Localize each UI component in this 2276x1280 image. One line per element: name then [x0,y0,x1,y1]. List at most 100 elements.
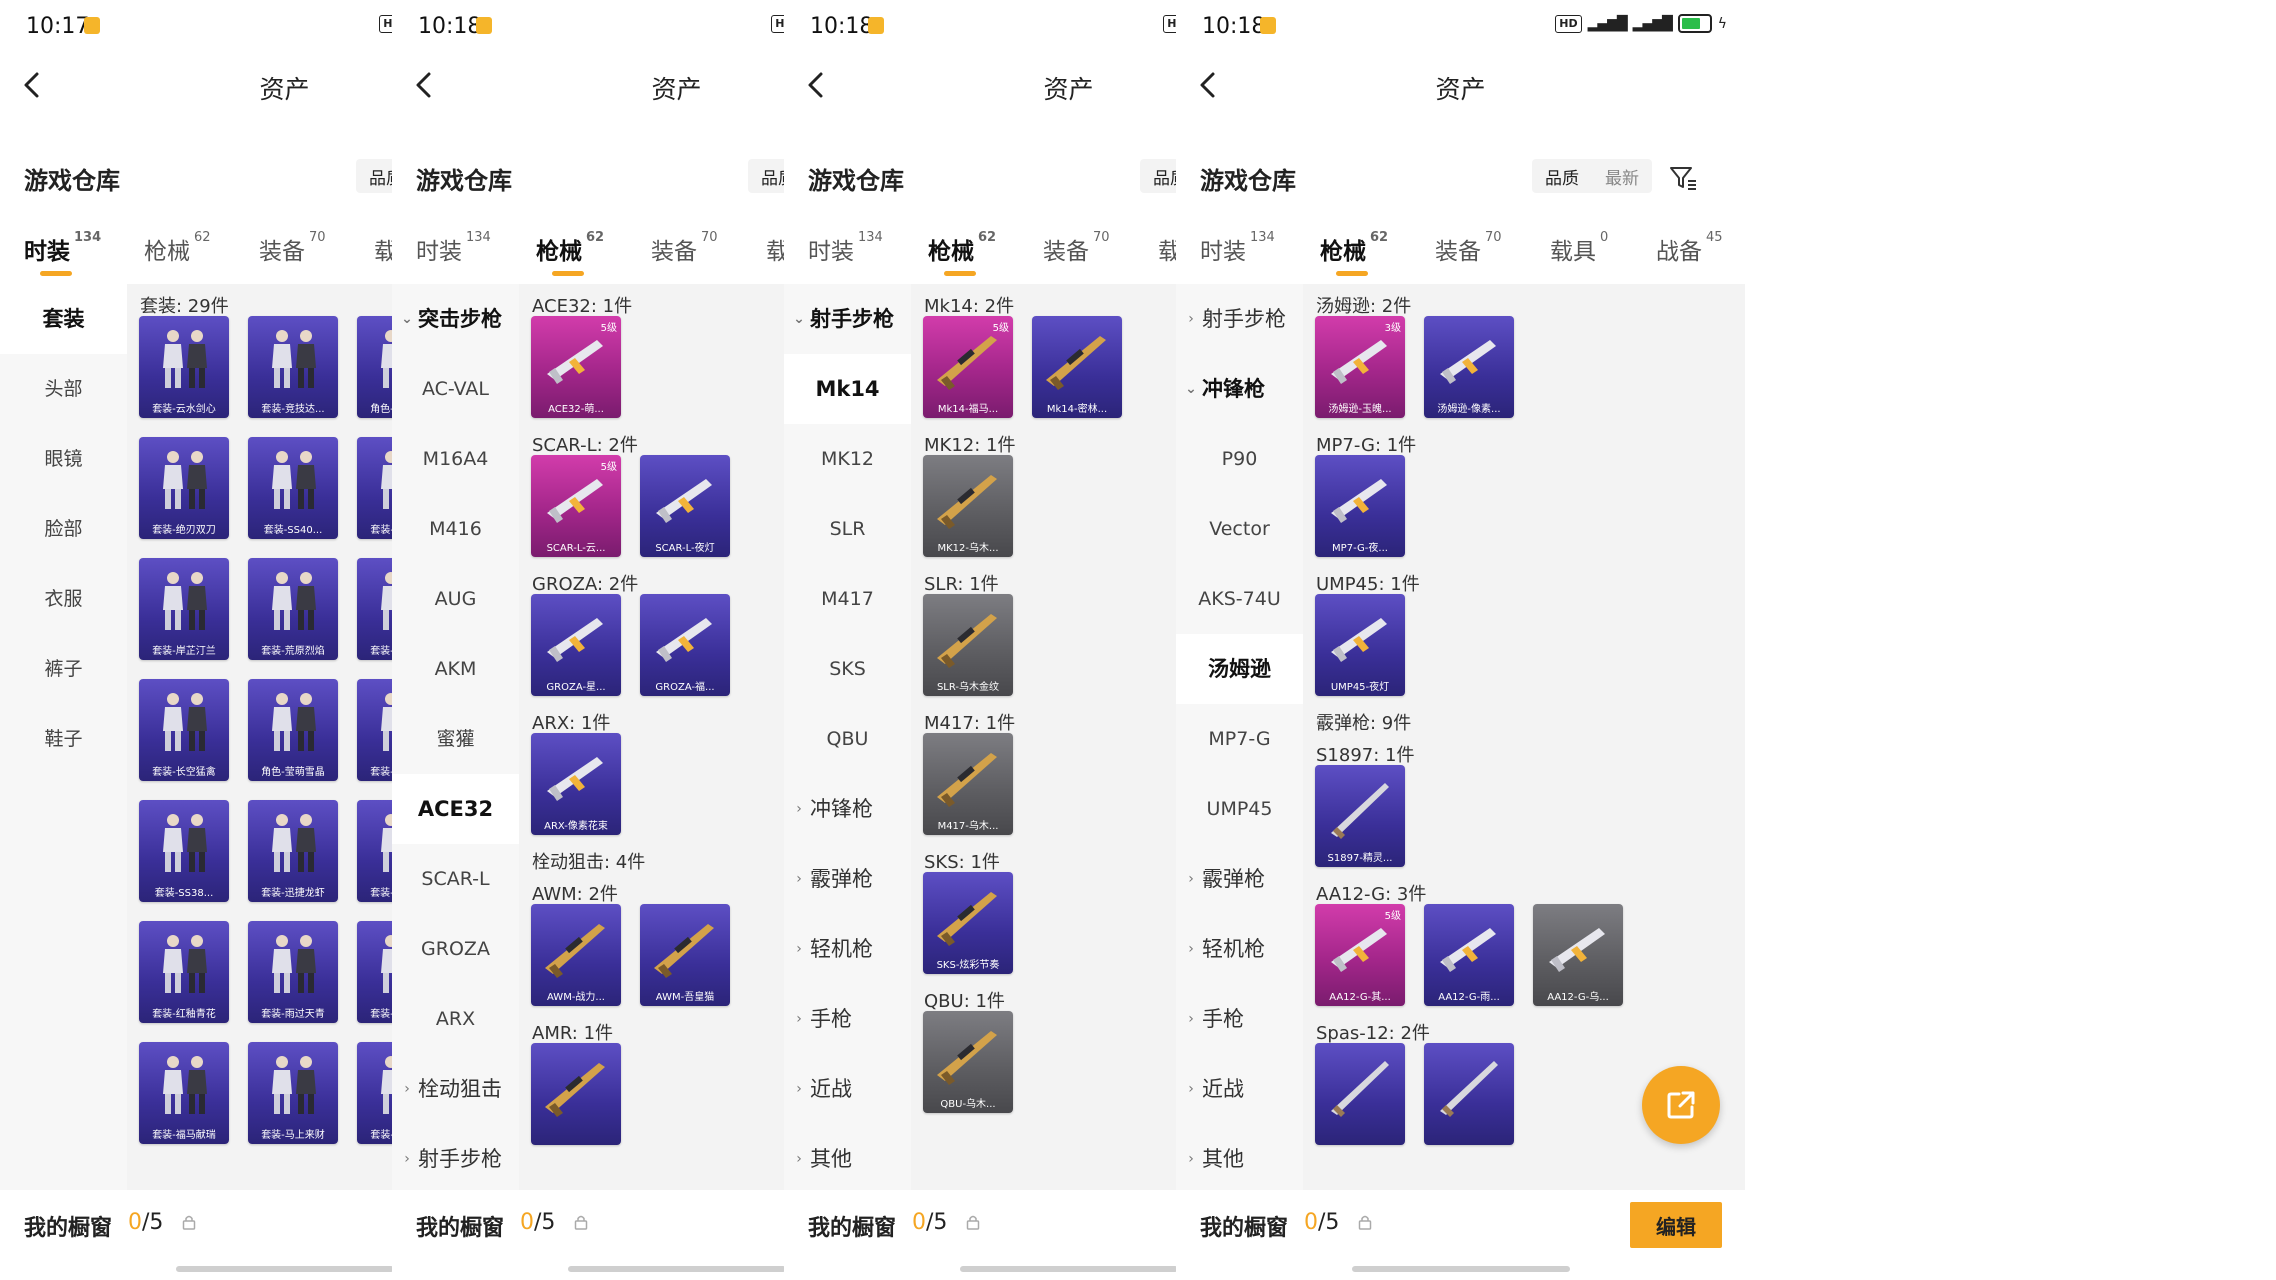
sidebar-item[interactable]: 裤子 [0,634,127,704]
item-card[interactable]: 角色-莹萌雪晶 [248,679,338,781]
sidebar-item[interactable]: Vector [1176,494,1303,564]
sidebar-item[interactable]: 鞋子 [0,704,127,774]
item-card[interactable]: 汤姆逊-像素... [1424,316,1514,418]
sidebar-item[interactable]: 眼镜 [0,424,127,494]
item-card[interactable] [531,1043,621,1145]
sort-quality-button[interactable]: 品质 [1545,164,1579,189]
item-card[interactable]: 套装-竞技达... [248,316,338,418]
sidebar-item[interactable]: › 射手步枪 [1176,284,1303,354]
tab-2[interactable]: 装备 70 [651,230,718,266]
item-card[interactable]: 套装-迅捷龙虾 [248,800,338,902]
sidebar-item[interactable]: › 其他 [1176,1124,1303,1190]
item-card[interactable]: S1897-精灵... [1315,765,1405,867]
sidebar-item[interactable]: QBU [784,704,911,774]
sidebar-item[interactable]: M417 [784,564,911,634]
sidebar-item[interactable]: › 轻机枪 [1176,914,1303,984]
tab-1[interactable]: 枪械 62 [536,230,604,276]
item-card[interactable]: 5级 ACE32-萌... [531,316,621,418]
sidebar-item[interactable]: AKM [392,634,519,704]
tab-2[interactable]: 装备 70 [1435,230,1502,266]
sidebar-item[interactable]: AKS-74U [1176,564,1303,634]
sidebar-item[interactable]: › 手枪 [784,984,911,1054]
tab-0[interactable]: 时装 134 [1200,230,1275,266]
share-button[interactable] [1642,1066,1720,1144]
sort-newest-button[interactable]: 最新 [1605,164,1639,189]
sidebar-item[interactable]: › 近战 [784,1054,911,1124]
item-card[interactable]: SKS-炫彩节奏 [923,872,1013,974]
sidebar-item[interactable]: P90 [1176,424,1303,494]
tab-0[interactable]: 时装 134 [808,230,883,266]
sidebar-item[interactable]: › 栓动狙击 [392,1054,519,1124]
sidebar-item[interactable]: ACE32 [392,774,519,844]
sidebar-item[interactable]: SLR [784,494,911,564]
item-card[interactable]: AWM-战力... [531,904,621,1006]
sidebar-item[interactable]: 头部 [0,354,127,424]
item-card[interactable]: 3级 汤姆逊-玉魄... [1315,316,1405,418]
item-card[interactable]: SLR-乌木金纹 [923,594,1013,696]
tab-4[interactable]: 战备 45 [1656,230,1723,266]
item-card[interactable]: 5级 Mk14-福马... [923,316,1013,418]
item-card[interactable]: QBU-乌木... [923,1011,1013,1113]
item-card[interactable]: 套装-岸芷汀兰 [139,558,229,660]
item-card[interactable]: SCAR-L-夜灯 [640,455,730,557]
item-card[interactable]: 5级 AA12-G-其... [1315,904,1405,1006]
sidebar-item[interactable]: › 轻机枪 [784,914,911,984]
sidebar-item[interactable]: 蜜獾 [392,704,519,774]
edit-button[interactable]: 编辑 [1630,1202,1722,1248]
sidebar-item[interactable]: ⌄ 突击步枪 [392,284,519,354]
sidebar-item[interactable]: › 手枪 [1176,984,1303,1054]
filter-icon[interactable] [1668,163,1698,193]
item-card[interactable]: ARX-像素花束 [531,733,621,835]
item-card[interactable]: 套装-长空猛禽 [139,679,229,781]
item-card[interactable]: 5级 SCAR-L-云... [531,455,621,557]
sidebar-item[interactable]: › 冲锋枪 [784,774,911,844]
sidebar-item[interactable]: M416 [392,494,519,564]
sidebar-item[interactable]: ARX [392,984,519,1054]
sidebar-item[interactable]: 套装 [0,284,127,354]
item-card[interactable]: AA12-G-雨... [1424,904,1514,1006]
item-card[interactable]: UMP45-夜灯 [1315,594,1405,696]
item-card[interactable]: 套装-SS40... [248,437,338,539]
sidebar-item[interactable]: SKS [784,634,911,704]
sidebar-item[interactable]: MP7-G [1176,704,1303,774]
item-card[interactable]: Mk14-密林... [1032,316,1122,418]
item-card[interactable]: 套装-SS38... [139,800,229,902]
item-card[interactable]: 套装-荒原烈焰 [248,558,338,660]
sidebar-item[interactable]: › 近战 [1176,1054,1303,1124]
sidebar-item[interactable]: GROZA [392,914,519,984]
sidebar-item[interactable]: M16A4 [392,424,519,494]
tab-0[interactable]: 时装 134 [416,230,491,266]
item-card[interactable]: MK12-乌木... [923,455,1013,557]
sidebar-item[interactable]: Mk14 [784,354,911,424]
sidebar-item[interactable]: UMP45 [1176,774,1303,844]
tab-1[interactable]: 枪械 62 [928,230,996,276]
item-card[interactable]: GROZA-星... [531,594,621,696]
sidebar-item[interactable]: 汤姆逊 [1176,634,1303,704]
item-card[interactable]: 套装-马上来财 [248,1042,338,1144]
item-card[interactable]: M417-乌木... [923,733,1013,835]
tab-1[interactable]: 枪械 62 [144,230,211,266]
item-card[interactable]: 套装-红釉青花 [139,921,229,1023]
sidebar-item[interactable]: SCAR-L [392,844,519,914]
item-card[interactable]: GROZA-福... [640,594,730,696]
tab-3[interactable]: 载具 0 [1550,230,1608,266]
tab-0[interactable]: 时装 134 [24,230,101,276]
sidebar-item[interactable]: › 其他 [784,1124,911,1190]
sidebar-item[interactable]: ⌄ 冲锋枪 [1176,354,1303,424]
item-card[interactable]: 套装-福马献瑞 [139,1042,229,1144]
item-card[interactable]: 套装-雨过天青 [248,921,338,1023]
sidebar-item[interactable]: › 射手步枪 [392,1124,519,1190]
tab-2[interactable]: 装备 70 [1043,230,1110,266]
item-card[interactable] [1424,1043,1514,1145]
sidebar-item[interactable]: › 霰弹枪 [1176,844,1303,914]
sidebar-item[interactable]: ⌄ 射手步枪 [784,284,911,354]
sidebar-item[interactable]: 脸部 [0,494,127,564]
item-card[interactable]: MP7-G-夜... [1315,455,1405,557]
sidebar-item[interactable]: AUG [392,564,519,634]
sidebar-item[interactable]: › 霰弹枪 [784,844,911,914]
sidebar-item[interactable]: 衣服 [0,564,127,634]
tab-2[interactable]: 装备 70 [259,230,326,266]
item-card[interactable] [1315,1043,1405,1145]
item-card[interactable]: AA12-G-乌... [1533,904,1623,1006]
item-card[interactable]: 套装-云水剑心 [139,316,229,418]
